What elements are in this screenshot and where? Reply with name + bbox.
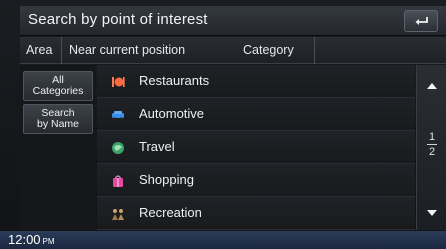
list-item-restaurants[interactable]: Restaurants <box>97 65 415 98</box>
scrollbar: 1 2 <box>416 65 446 230</box>
scroll-up-button[interactable] <box>417 71 446 101</box>
status-bar: 12:00 PM <box>0 231 446 249</box>
triangle-up-icon <box>427 83 437 89</box>
page-divider <box>427 144 437 145</box>
page-indicator: 1 2 <box>417 131 446 158</box>
car-icon <box>112 111 124 121</box>
category-tab[interactable]: Category <box>235 37 315 64</box>
clock-time: 12:00 <box>8 232 41 247</box>
left-column: All Categories Search by Name <box>20 65 96 230</box>
back-button[interactable] <box>404 10 438 32</box>
recreation-icon <box>112 209 124 220</box>
list-item-shopping[interactable]: Shopping <box>97 164 415 197</box>
list-item-recreation[interactable]: Recreation <box>97 197 415 230</box>
category-list: Restaurants Automotive Travel Shopping R… <box>97 65 415 230</box>
restaurant-icon <box>112 77 125 87</box>
list-item-label: Shopping <box>139 172 194 187</box>
total-pages: 2 <box>428 146 436 158</box>
near-current-position-tab[interactable]: Near current position <box>62 37 235 64</box>
filter-bar: Area Near current position Category <box>20 37 446 64</box>
clock: 12:00 PM <box>8 232 55 247</box>
all-categories-button[interactable]: All Categories <box>23 71 93 101</box>
back-arrow-icon <box>415 17 428 25</box>
list-item-automotive[interactable]: Automotive <box>97 98 415 131</box>
area-tab[interactable]: Area <box>20 37 62 64</box>
list-item-label: Restaurants <box>139 73 210 88</box>
search-by-name-label-2: by Name <box>36 118 79 130</box>
list-item-label: Travel <box>139 139 175 154</box>
clock-ampm: PM <box>42 237 55 246</box>
current-page: 1 <box>428 131 436 143</box>
page-title: Search by point of interest <box>28 11 208 28</box>
scroll-down-button[interactable] <box>417 198 446 228</box>
all-categories-label-2: Categories <box>32 85 84 97</box>
title-bar: Search by point of interest <box>20 6 446 36</box>
triangle-down-icon <box>427 210 437 216</box>
list-item-label: Automotive <box>139 106 205 121</box>
navigation-screen: Search by point of interest Area Near cu… <box>0 0 446 249</box>
shopping-icon <box>113 175 123 187</box>
list-item-label: Recreation <box>139 205 202 220</box>
travel-icon <box>112 142 124 154</box>
search-by-name-button[interactable]: Search by Name <box>23 104 93 134</box>
list-item-travel[interactable]: Travel <box>97 131 415 164</box>
